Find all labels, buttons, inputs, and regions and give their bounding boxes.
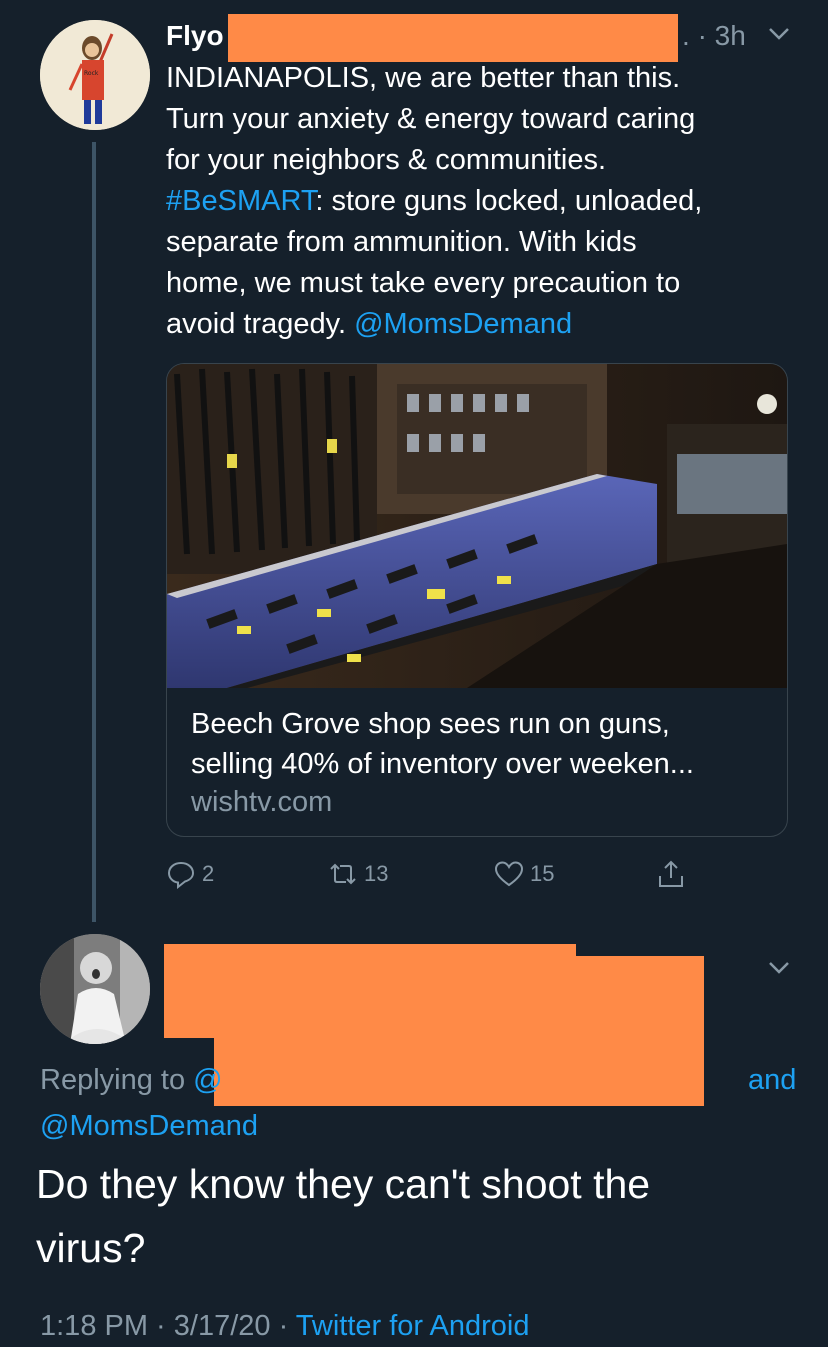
share-button[interactable] <box>656 852 686 896</box>
tweet-text-segment: : store guns locked, unloaded, <box>315 185 703 217</box>
replier-avatar[interactable] <box>40 934 150 1044</box>
card-title-line: Beech Grove shop sees run on guns, <box>191 708 670 740</box>
tweet-actions: 2 13 15 <box>166 852 726 896</box>
redaction-block <box>228 14 678 62</box>
redaction-block <box>164 944 576 1038</box>
tweet-time: . · 3h <box>682 14 746 58</box>
tweet-header: Flyo . · 3h <box>166 14 796 62</box>
tweet-text-line: home, we must take every precaution to <box>166 267 681 299</box>
card-title-line: selling 40% of inventory over weeken... <box>191 748 694 780</box>
reply-tweet-text: Do they know they can't shoot the virus? <box>36 1161 651 1271</box>
tweet-text-line: separate from ammunition. With kids <box>166 226 637 258</box>
mention-link[interactable]: @MomsDemand <box>354 308 572 340</box>
chevron-down-icon[interactable] <box>764 954 794 984</box>
replying-to-handle-partial[interactable]: @ <box>193 1064 222 1096</box>
replying-to-mention[interactable]: @MomsDemand <box>40 1104 258 1148</box>
chevron-down-icon[interactable] <box>764 20 794 50</box>
reply-count: 2 <box>202 861 215 886</box>
redaction-block <box>572 956 704 1038</box>
tweet-text-line: INDIANAPOLIS, we are better than this. <box>166 62 681 94</box>
thread-connector-line <box>92 142 96 922</box>
heart-icon <box>494 861 524 887</box>
like-count: 15 <box>530 861 555 886</box>
reply-icon <box>167 861 195 889</box>
author-avatar[interactable]: Rock <box>40 20 150 130</box>
retweet-count: 13 <box>364 861 389 886</box>
tweet-datetime[interactable]: 1:18 PM · 3/17/20 · <box>40 1310 296 1342</box>
link-preview-card[interactable]: Beech Grove shop sees run on guns, selli… <box>166 363 788 837</box>
retweet-icon <box>330 863 356 885</box>
like-button[interactable]: 15 <box>494 852 554 896</box>
trailing-dot: . <box>682 20 690 51</box>
card-title: Beech Grove shop sees run on guns, selli… <box>191 704 771 784</box>
card-image <box>167 364 787 688</box>
tweet-footer: 1:18 PM · 3/17/20 · Twitter for Android <box>40 1304 530 1347</box>
share-icon <box>659 860 683 887</box>
svg-text:Rock: Rock <box>84 70 99 77</box>
tweet-text-segment: avoid tragedy. <box>166 308 355 340</box>
tweet-text-line: #BeSMART: store guns locked, unloaded, <box>166 181 796 222</box>
replying-to-and: and <box>748 1064 797 1096</box>
tweet-text-line: avoid tragedy. @MomsDemand <box>166 304 796 345</box>
tweet-source-link[interactable]: Twitter for Android <box>296 1310 530 1342</box>
replying-to-line: Replying to @ and @MomsDemand <box>40 1058 800 1142</box>
hashtag-link[interactable]: #BeSMART <box>166 185 315 217</box>
reply-button[interactable]: 2 <box>166 852 214 896</box>
tweet-timestamp[interactable]: · 3h <box>698 20 746 51</box>
tweet-text-line: Turn your anxiety & energy toward caring <box>166 103 696 135</box>
tweet-text: INDIANAPOLIS, we are better than this. T… <box>166 58 796 345</box>
tweet-text-line: for your neighbors & communities. <box>166 144 607 176</box>
author-name[interactable]: Flyo <box>166 20 224 51</box>
replying-to-label: Replying to <box>40 1064 186 1096</box>
retweet-button[interactable]: 13 <box>328 852 388 896</box>
tweet-thread: Rock Flyo . · 3h INDIANAPOLIS, we are be… <box>0 0 828 1347</box>
card-domain: wishtv.com <box>191 786 333 818</box>
